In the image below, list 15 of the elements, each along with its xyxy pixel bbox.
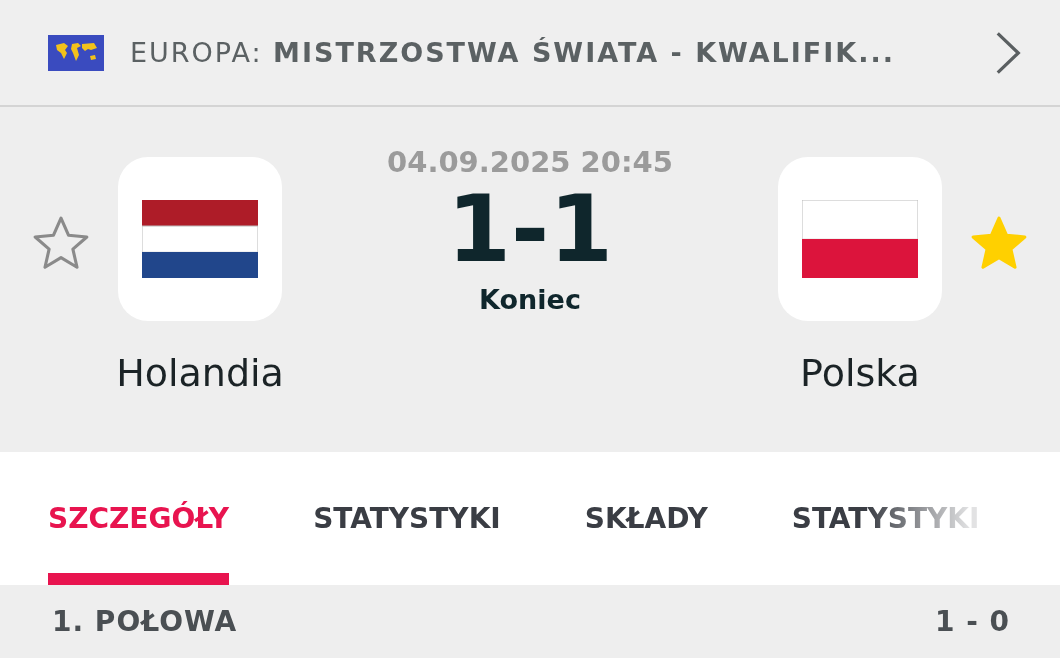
competition-title[interactable]: EUROPA: MISTRZOSTWA ŚWIATA - KWALIFIK... (130, 37, 994, 68)
tab[interactable]: STATYSTYKI (313, 452, 501, 585)
tab[interactable]: STATYSTYKI (791, 452, 980, 585)
section-title: 1. POŁOWA (52, 605, 238, 638)
half-score: 1 - 0 (934, 605, 1010, 638)
tab[interactable]: SKŁADY (584, 452, 708, 585)
team-logo-card[interactable] (118, 157, 282, 321)
team-logo-card[interactable] (778, 157, 942, 321)
match-status: Koniec (479, 284, 581, 316)
match-score: 1-1 (446, 179, 614, 281)
tab[interactable]: SZCZEGÓŁY (48, 452, 230, 585)
world-map-icon (48, 34, 104, 71)
match-datetime: 04.09.2025 20:45 (387, 145, 673, 179)
team-name[interactable]: Holandia (116, 351, 284, 395)
team-name[interactable]: Polska (800, 351, 920, 395)
